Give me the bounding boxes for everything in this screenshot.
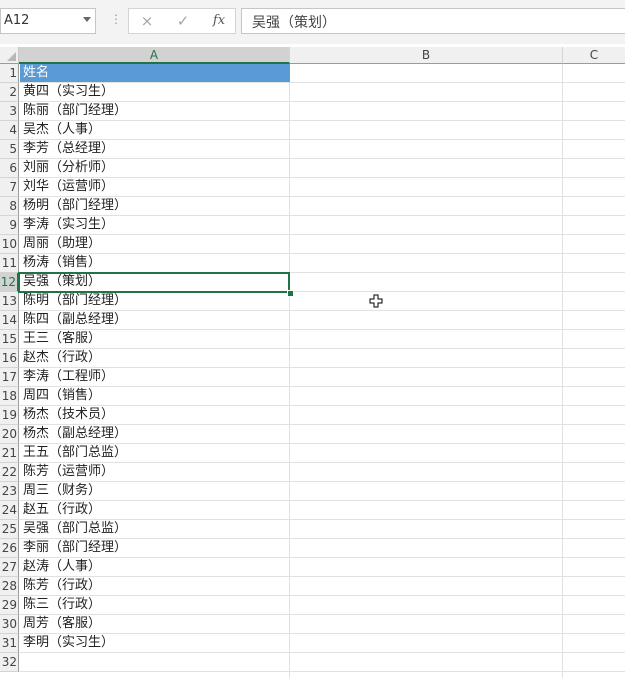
formula-bar: A12 ⋮ × ✓ fx 吴强（策划） [0,0,625,44]
row-header[interactable]: 8 [0,197,19,216]
table-cell[interactable]: 周芳（客服） [20,615,289,633]
table-cell[interactable]: 周四（销售） [20,387,289,405]
row-header[interactable]: 19 [0,406,19,425]
table-cell[interactable]: 赵五（行政） [20,501,289,519]
gridline [289,64,290,678]
table-cell[interactable]: 杨明（部门经理） [20,197,289,215]
row-header[interactable]: 14 [0,311,19,330]
enter-icon[interactable]: ✓ [171,11,195,31]
row-header[interactable]: 11 [0,254,19,273]
row-header[interactable]: 32 [0,653,19,672]
table-cell[interactable]: 陈三（行政） [20,596,289,614]
table-cell[interactable]: 刘华（运营师） [20,178,289,196]
table-cell[interactable] [20,653,289,671]
row-header[interactable]: 6 [0,159,19,178]
table-cell[interactable]: 杨杰（副总经理） [20,425,289,443]
drag-handle-icon[interactable]: ⋮ [110,13,122,25]
row-header[interactable]: 13 [0,292,19,311]
header-cell[interactable]: 姓名 [20,64,290,82]
insert-function-icon[interactable]: fx [207,11,231,31]
row-header[interactable]: 21 [0,444,19,463]
row-header[interactable]: 20 [0,425,19,444]
table-cell[interactable]: 杨涛（销售） [20,254,289,272]
column-header-c[interactable]: C [563,47,625,64]
row-header[interactable]: 15 [0,330,19,349]
row-header[interactable]: 9 [0,216,19,235]
row-header[interactable]: 28 [0,577,19,596]
chevron-down-icon[interactable] [83,17,91,22]
table-cell[interactable]: 陈四（副总经理） [20,311,289,329]
table-cell[interactable]: 赵涛（人事） [20,558,289,576]
table-cell[interactable]: 王三（客服） [20,330,289,348]
table-cell[interactable]: 陈丽（部门经理） [20,102,289,120]
table-cell[interactable]: 黄四（实习生） [20,83,289,101]
select-all-button[interactable] [0,47,19,64]
row-header[interactable]: 31 [0,634,19,653]
table-cell[interactable]: 周丽（助理） [20,235,289,253]
name-box[interactable]: A12 [0,8,96,34]
table-cell[interactable]: 李丽（部门经理） [20,539,289,557]
row-header[interactable]: 27 [0,558,19,577]
table-cell[interactable]: 吴强（部门总监） [20,520,289,538]
select-all-triangle-icon [7,52,16,61]
table-cell[interactable]: 陈明（部门经理） [20,292,289,310]
active-cell-border [18,272,290,293]
row-header[interactable]: 3 [0,102,19,121]
row-header[interactable]: 7 [0,178,19,197]
row-header[interactable]: 22 [0,463,19,482]
table-cell[interactable]: 杨杰（技术员） [20,406,289,424]
formula-value: 吴强（策划） [252,15,336,31]
row-header[interactable]: 5 [0,140,19,159]
row-header[interactable]: 30 [0,615,19,634]
row-header[interactable]: 2 [0,83,19,102]
row-header[interactable]: 26 [0,539,19,558]
row-header[interactable]: 25 [0,520,19,539]
table-cell[interactable]: 李芳（总经理） [20,140,289,158]
row-header[interactable]: 29 [0,596,19,615]
cancel-icon[interactable]: × [135,11,159,31]
row-header[interactable]: 24 [0,501,19,520]
formula-buttons: × ✓ fx [128,8,236,34]
table-cell[interactable]: 陈芳（运营师） [20,463,289,481]
table-cell[interactable]: 刘丽（分析师） [20,159,289,177]
table-cell[interactable]: 李明（实习生） [20,634,289,652]
table-cell[interactable]: 王五（部门总监） [20,444,289,462]
formula-input[interactable]: 吴强（策划） [241,8,625,34]
row-header[interactable]: 1 [0,64,19,83]
table-cell[interactable]: 李涛（工程师） [20,368,289,386]
table-cell[interactable]: 李涛（实习生） [20,216,289,234]
row-header[interactable]: 23 [0,482,19,501]
row-header[interactable]: 17 [0,368,19,387]
fill-handle[interactable] [287,290,294,297]
column-header-b[interactable]: B [290,47,563,64]
table-cell[interactable]: 吴杰（人事） [20,121,289,139]
column-header-a[interactable]: A [19,47,290,64]
gridline [562,64,563,678]
row-header[interactable]: 16 [0,349,19,368]
gridline [19,671,625,672]
table-cell[interactable]: 赵杰（行政） [20,349,289,367]
table-cell[interactable]: 周三（财务） [20,482,289,500]
row-header[interactable]: 18 [0,387,19,406]
name-box-value: A12 [4,13,30,28]
row-header[interactable]: 4 [0,121,19,140]
table-cell[interactable]: 陈芳（行政） [20,577,289,595]
row-header[interactable]: 10 [0,235,19,254]
cell-select-cursor-icon [369,294,383,308]
row-header[interactable]: 12 [0,273,19,292]
